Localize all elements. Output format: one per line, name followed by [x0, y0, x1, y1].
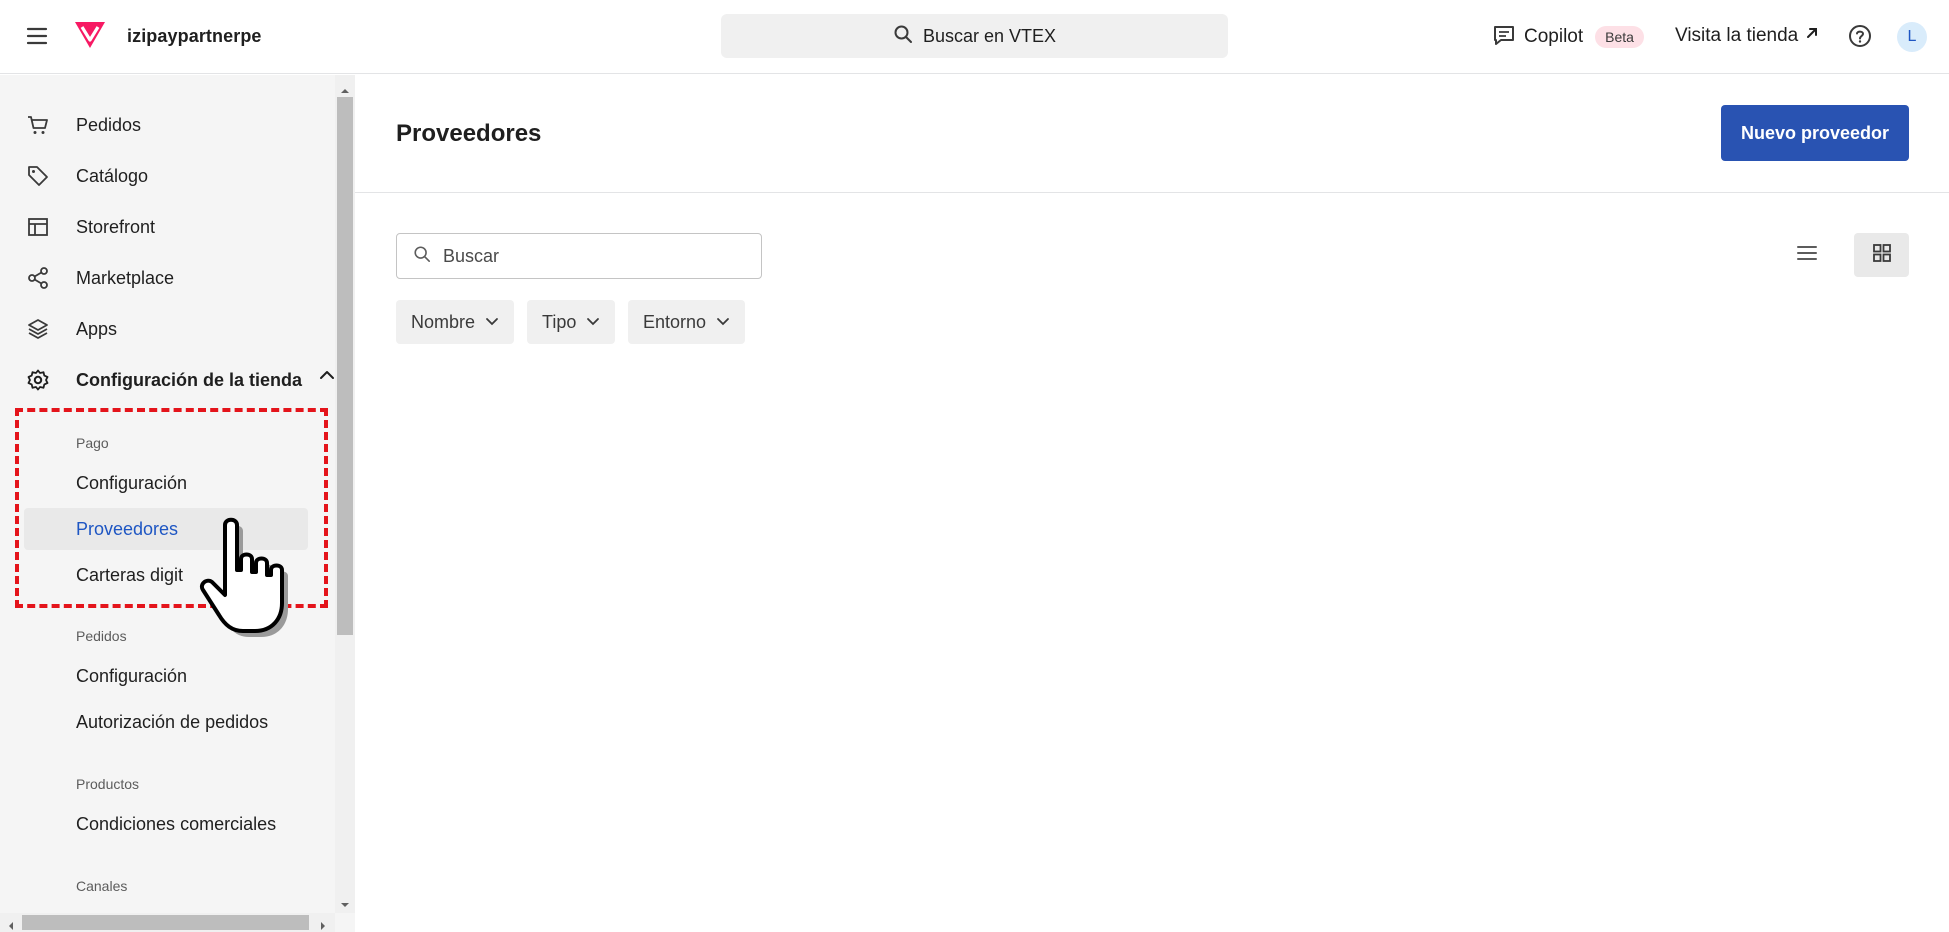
filter-entorno[interactable]: Entorno	[628, 300, 746, 344]
page-title: Proveedores	[396, 120, 542, 147]
sidebar-subitem-carteras-digitales[interactable]: Carteras digit	[24, 554, 308, 596]
avatar[interactable]: L	[1897, 22, 1927, 52]
sidebar-item-label: Storefront	[76, 216, 156, 237]
gear-icon	[25, 367, 51, 393]
tag-icon	[25, 163, 51, 189]
search-placeholder: Buscar	[443, 245, 500, 266]
sidebar-item-store-settings[interactable]: Configuración de la tienda	[25, 362, 302, 398]
sidebar-subitem-autorizacion-pedidos[interactable]: Autorización de pedidos	[24, 701, 308, 743]
copilot-label: Copilot	[1524, 26, 1584, 47]
sidebar: Pedidos Catálogo Storefront Marketplace …	[0, 75, 355, 932]
page-header: Proveedores Nuevo proveedor	[355, 75, 1949, 193]
sidebar-item-label: Catálogo	[76, 165, 149, 186]
sidebar-item-storefront[interactable]: Storefront	[25, 209, 155, 245]
copilot-button[interactable]: Copilot Beta	[1492, 22, 1644, 52]
sidebar-item-catalogo[interactable]: Catálogo	[25, 158, 148, 194]
sidebar-item-label: Configuración de la tienda	[76, 369, 303, 390]
section-label-productos: Productos	[76, 776, 140, 792]
search-icon	[413, 245, 431, 268]
sidebar-item-label: Apps	[76, 318, 118, 339]
sidebar-subitem-condiciones-comerciales[interactable]: Condiciones comerciales	[24, 803, 308, 845]
sidebar-item-apps[interactable]: Apps	[25, 311, 117, 347]
new-provider-button[interactable]: Nuevo proveedor	[1721, 105, 1909, 161]
section-label-pedidos: Pedidos	[76, 628, 127, 644]
beta-badge: Beta	[1595, 26, 1644, 48]
scrollbar-thumb[interactable]	[22, 915, 309, 930]
chevron-down-icon	[485, 312, 499, 333]
sidebar-subitem-proveedores[interactable]: Proveedores	[24, 508, 308, 550]
visit-store-label: Visita la tienda	[1675, 25, 1799, 46]
help-icon[interactable]	[1848, 24, 1872, 48]
sidebar-subitem-pago-configuracion[interactable]: Configuración	[24, 462, 308, 504]
filter-nombre[interactable]: Nombre	[396, 300, 515, 344]
layers-icon	[25, 316, 51, 342]
external-link-icon	[1804, 25, 1820, 47]
main-content: Proveedores Nuevo proveedor Buscar Nombr…	[355, 75, 1949, 932]
sidebar-item-label: Marketplace	[76, 267, 175, 288]
section-label-pago: Pago	[76, 435, 109, 451]
scroll-left-arrow-icon[interactable]	[6, 918, 16, 930]
section-label-canales: Canales	[76, 878, 128, 894]
filter-label: Nombre	[411, 311, 476, 332]
sidebar-item-label: Pedidos	[76, 114, 142, 135]
vtex-logo[interactable]	[73, 20, 107, 50]
sidebar-vertical-scrollbar[interactable]	[335, 75, 355, 913]
grid-icon	[1872, 243, 1892, 268]
share-icon	[25, 265, 51, 291]
chevron-down-icon	[716, 312, 730, 333]
filter-label: Tipo	[542, 311, 577, 332]
chevron-down-icon	[586, 312, 600, 333]
sidebar-item-pedidos[interactable]: Pedidos	[25, 107, 141, 143]
scroll-right-arrow-icon[interactable]	[318, 918, 328, 930]
cart-icon	[25, 112, 51, 138]
providers-search-input[interactable]: Buscar	[396, 233, 762, 279]
chevron-up-icon[interactable]	[318, 366, 336, 384]
search-icon	[893, 24, 913, 49]
top-bar: izipaypartnerpe Buscar en VTEX Copilot B…	[0, 0, 1949, 74]
layout-icon	[25, 214, 51, 240]
chat-icon	[1492, 24, 1516, 51]
grid-view-toggle[interactable]	[1854, 233, 1909, 277]
global-search-input[interactable]: Buscar en VTEX	[721, 14, 1228, 58]
sidebar-horizontal-scrollbar[interactable]	[0, 913, 335, 932]
filter-tipo[interactable]: Tipo	[527, 300, 616, 344]
filter-label: Entorno	[643, 311, 707, 332]
sidebar-subitem-pedidos-configuracion[interactable]: Configuración	[24, 655, 308, 697]
list-icon	[1796, 244, 1818, 267]
global-search-placeholder: Buscar en VTEX	[922, 25, 1057, 46]
list-view-toggle[interactable]	[1785, 233, 1829, 277]
scroll-up-arrow-icon[interactable]	[340, 83, 350, 93]
scroll-down-arrow-icon[interactable]	[340, 897, 350, 907]
sidebar-item-marketplace[interactable]: Marketplace	[25, 260, 174, 296]
menu-icon[interactable]	[26, 25, 50, 47]
store-name[interactable]: izipaypartnerpe	[127, 26, 262, 47]
visit-store-link[interactable]: Visita la tienda	[1675, 25, 1820, 47]
scrollbar-thumb[interactable]	[337, 97, 353, 635]
